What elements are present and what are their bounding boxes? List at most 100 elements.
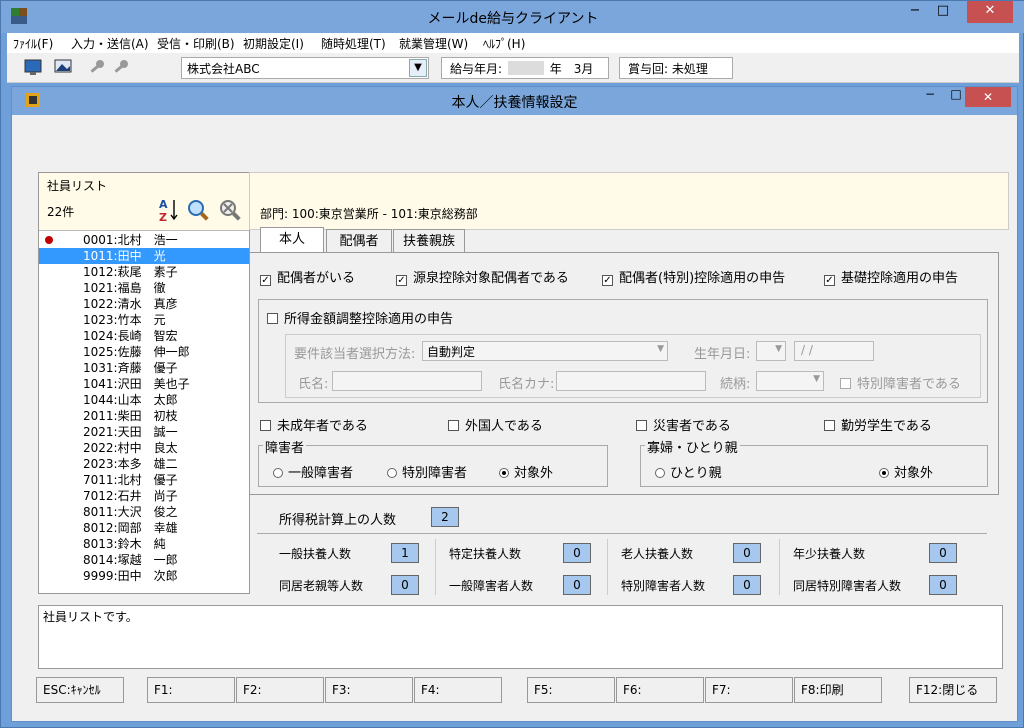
toolbar: 株式会社ABC ▼ 給与年月: 年 3月 賞与回: 未処理 <box>7 53 1019 83</box>
svg-text:A: A <box>159 198 168 211</box>
income-adjust-detail-group: 要件該当者選択方法: 自動判定 ▼ 生年月日: ▼ / / 氏名: 氏名カナ: … <box>285 334 981 398</box>
employee-row[interactable]: 0001:北村 浩一 <box>39 232 249 248</box>
employee-row[interactable]: 1021:福島 徹 <box>39 280 249 296</box>
employee-label: 1021:福島 徹 <box>83 281 166 295</box>
search-clear-icon[interactable] <box>219 199 243 223</box>
status-message: 社員リストです。 <box>38 605 1003 669</box>
function-key-button[interactable]: F1: <box>147 677 235 703</box>
employee-row[interactable]: 2011:柴田 初枝 <box>39 408 249 424</box>
employee-row[interactable]: 1024:長崎 智宏 <box>39 328 249 344</box>
function-key-button[interactable]: ESC:ｷｬﾝｾﾙ <box>36 677 124 703</box>
disability-none-radio[interactable]: 対象外 <box>499 462 553 481</box>
menu-receive-print[interactable]: 受信・印刷(B) <box>157 35 235 52</box>
student-checkbox[interactable]: 勤労学生である <box>824 415 932 434</box>
radio-icon <box>655 468 665 478</box>
menu-attendance[interactable]: 就業管理(W) <box>399 35 468 52</box>
chevron-down-icon[interactable]: ▼ <box>409 59 427 77</box>
basic-deduction-checkbox[interactable]: ✓ 基礎控除適用の申告 <box>824 267 958 286</box>
employee-row[interactable]: 1022:清水 真彦 <box>39 296 249 312</box>
employee-row[interactable]: 1025:佐藤 伸一郎 <box>39 344 249 360</box>
count-value: 0 <box>929 543 957 563</box>
method-label: 要件該当者選択方法: <box>294 347 416 362</box>
divider <box>257 533 987 534</box>
employee-row[interactable]: 1012:萩尾 素子 <box>39 264 249 280</box>
function-key-button[interactable]: F3: <box>325 677 413 703</box>
employee-row[interactable]: 2021:天田 誠一 <box>39 424 249 440</box>
maximize-button[interactable]: □ <box>929 1 957 23</box>
radio-icon <box>273 468 283 478</box>
app-close-button[interactable]: ✕ <box>967 1 1013 23</box>
disability-none-label: 対象外 <box>514 466 554 481</box>
employee-row[interactable]: 1023:竹本 元 <box>39 312 249 328</box>
radio-selected-icon <box>879 468 889 478</box>
withholding-spouse-checkbox[interactable]: ✓ 源泉控除対象配偶者である <box>396 267 569 286</box>
kana-input[interactable] <box>556 371 706 391</box>
tab-dependents[interactable]: 扶養親族 <box>393 229 465 254</box>
menu-initial-settings[interactable]: 初期設定(I) <box>243 35 304 52</box>
era-select[interactable]: ▼ <box>756 341 786 361</box>
income-adjust-group: 所得金額調整控除適用の申告 要件該当者選択方法: 自動判定 ▼ 生年月日: ▼ … <box>258 299 988 403</box>
child-minimize-button[interactable]: − <box>916 87 944 101</box>
name-input[interactable] <box>332 371 482 391</box>
menu-help[interactable]: ﾍﾙﾌﾟ(H) <box>483 35 525 52</box>
search-icon[interactable] <box>187 199 211 223</box>
employee-row[interactable]: 1031:斉藤 優子 <box>39 360 249 376</box>
checkbox-unchecked-icon <box>448 420 459 431</box>
foreigner-checkbox[interactable]: 外国人である <box>448 415 543 434</box>
employee-row[interactable]: 8014:塚越 一郎 <box>39 552 249 568</box>
disability-general-radio[interactable]: 一般障害者 <box>273 462 353 481</box>
relation-select[interactable]: ▼ <box>756 371 824 391</box>
menu-file[interactable]: ﾌｧｲﾙ(F) <box>13 35 53 52</box>
count-label: 同居特別障害者人数 <box>793 579 902 593</box>
employee-row[interactable]: 8012:岡部 幸雄 <box>39 520 249 536</box>
employee-row[interactable]: 1044:山本 太郎 <box>39 392 249 408</box>
tab-self[interactable]: 本人 <box>260 227 324 254</box>
key-icon[interactable] <box>87 58 107 76</box>
income-adjust-label: 所得金額調整控除適用の申告 <box>284 312 454 327</box>
widow-single-parent-radio[interactable]: ひとり親 <box>655 462 722 481</box>
menu-adhoc[interactable]: 随時処理(T) <box>321 35 386 52</box>
count-label: 特定扶養人数 <box>449 547 522 561</box>
count-value: 0 <box>563 543 591 563</box>
disability-special-radio[interactable]: 特別障害者 <box>387 462 467 481</box>
company-select[interactable]: 株式会社ABC ▼ <box>181 57 429 79</box>
function-key-button[interactable]: F7: <box>705 677 793 703</box>
menu-input-send[interactable]: 入力・送信(A) <box>71 35 149 52</box>
employee-row[interactable]: 8013:鈴木 純 <box>39 536 249 552</box>
has-spouse-checkbox[interactable]: ✓ 配偶者がいる <box>260 267 355 286</box>
employee-row[interactable]: 2023:本多 雄二 <box>39 456 249 472</box>
income-adjust-checkbox[interactable]: 所得金額調整控除適用の申告 <box>267 308 453 327</box>
image-icon[interactable] <box>53 58 73 76</box>
employee-row[interactable]: 8011:大沢 俊之 <box>39 504 249 520</box>
minor-checkbox[interactable]: 未成年者である <box>260 415 368 434</box>
redacted-year <box>507 61 544 75</box>
employee-count: 22件 <box>47 205 75 219</box>
minimize-button[interactable]: − <box>901 1 929 23</box>
employee-row[interactable]: 7011:北村 優子 <box>39 472 249 488</box>
employee-row[interactable]: 1011:田中 光 <box>39 248 249 264</box>
sort-az-icon[interactable]: AZ <box>157 197 179 223</box>
employee-label: 8011:大沢 俊之 <box>83 505 178 519</box>
special-disabled-checkbox[interactable]: 特別障害者である <box>840 373 961 392</box>
special-spouse-checkbox[interactable]: ✓ 配偶者(特別)控除適用の申告 <box>602 267 785 286</box>
function-key-button[interactable]: F5: <box>527 677 615 703</box>
key-icon-2[interactable] <box>111 58 131 76</box>
function-key-button[interactable]: F8:印刷 <box>794 677 882 703</box>
disaster-checkbox[interactable]: 災害者である <box>636 415 731 434</box>
employee-row[interactable]: 1041:沢田 美也子 <box>39 376 249 392</box>
function-key-button[interactable]: F12:閉じる <box>909 677 997 703</box>
checkbox-checked-icon: ✓ <box>824 275 835 286</box>
function-key-button[interactable]: F2: <box>236 677 324 703</box>
employee-row[interactable]: 2022:村中 良太 <box>39 440 249 456</box>
widow-none-radio[interactable]: 対象外 <box>879 462 933 481</box>
employee-row[interactable]: 7012:石井 尚子 <box>39 488 249 504</box>
tab-spouse[interactable]: 配偶者 <box>326 229 392 254</box>
monitor-icon[interactable] <box>23 58 43 76</box>
child-close-button[interactable]: ✕ <box>965 87 1011 107</box>
method-select[interactable]: 自動判定 ▼ <box>422 341 668 361</box>
function-key-button[interactable]: F4: <box>414 677 502 703</box>
birth-date-input[interactable]: / / <box>794 341 874 361</box>
employee-row[interactable]: 9999:田中 次郎 <box>39 568 249 584</box>
divider <box>779 539 780 595</box>
function-key-button[interactable]: F6: <box>616 677 704 703</box>
